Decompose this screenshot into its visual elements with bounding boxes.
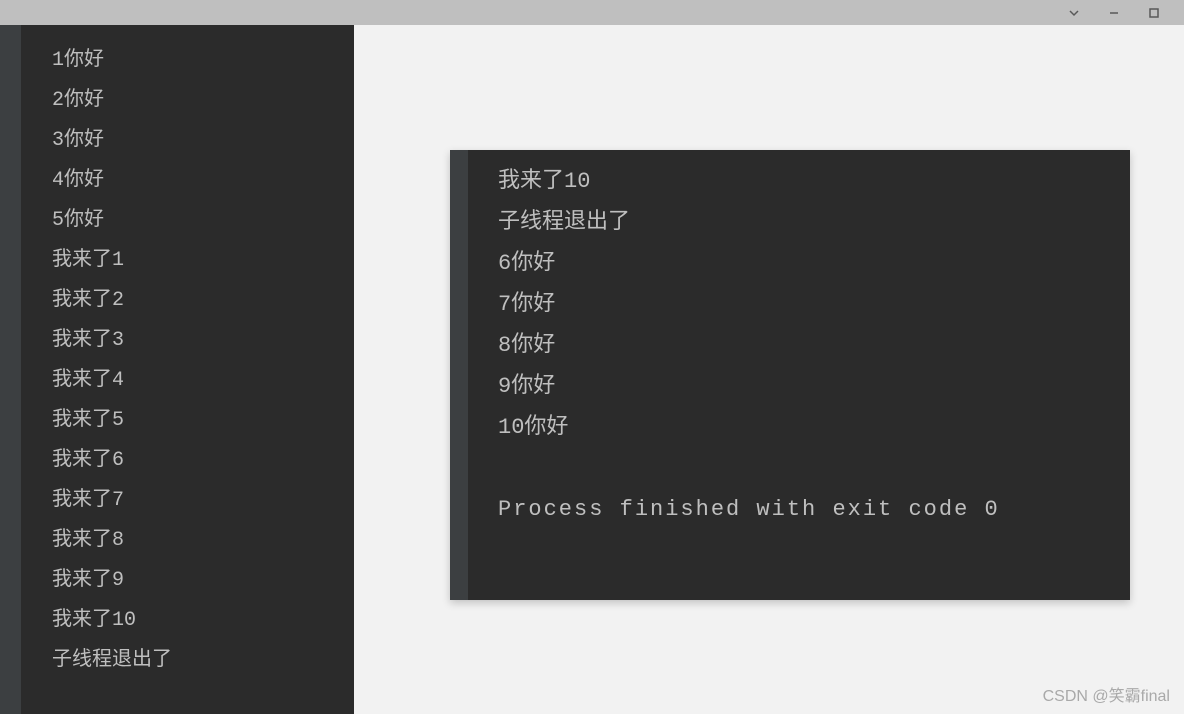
- console-path-header: D:\Program Files (x8...: [52, 25, 354, 27]
- console-line: 我来了2: [52, 281, 354, 321]
- console-line: 8你好: [498, 325, 1130, 366]
- console-line: 2你好: [52, 81, 354, 121]
- console-line: 7你好: [498, 284, 1130, 325]
- right-console-output[interactable]: 我来了9 我来了10 子线程退出了 6你好 7你好 8你好 9你好 10你好 P…: [450, 150, 1130, 600]
- console-line: 我来了4: [52, 361, 354, 401]
- window-titlebar: [0, 0, 1184, 25]
- console-line: 子线程退出了: [498, 202, 1130, 243]
- process-exit-line: Process finished with exit code 0: [498, 489, 1130, 530]
- console-line: 6你好: [498, 243, 1130, 284]
- maximize-icon[interactable]: [1134, 0, 1174, 25]
- console-line: 我来了1: [52, 241, 354, 281]
- console-line: 我来了6: [52, 441, 354, 481]
- console-line: 我来了7: [52, 481, 354, 521]
- console-line: 我来了10: [52, 601, 354, 641]
- console-line: 我来了9: [498, 150, 1130, 161]
- console-line: 4你好: [52, 161, 354, 201]
- chevron-down-icon[interactable]: [1054, 0, 1094, 25]
- blank-line: [498, 448, 1130, 489]
- console-line: 3你好: [52, 121, 354, 161]
- watermark-text: CSDN @笑霸final: [1043, 682, 1170, 706]
- console-line: 5你好: [52, 201, 354, 241]
- console-line: 子线程退出了: [52, 641, 354, 681]
- console-line: 我来了3: [52, 321, 354, 361]
- console-line: 1你好: [52, 41, 354, 81]
- console-line: 我来了9: [52, 561, 354, 601]
- console-line: 我来了10: [498, 161, 1130, 202]
- minimize-icon[interactable]: [1094, 0, 1134, 25]
- left-gutter: [0, 25, 22, 714]
- console-line: 我来了8: [52, 521, 354, 561]
- console-line: 我来了5: [52, 401, 354, 441]
- console-line: 9你好: [498, 366, 1130, 407]
- left-console-output[interactable]: D:\Program Files (x8... 1你好 2你好 3你好 4你好 …: [22, 25, 354, 714]
- console-line: 10你好: [498, 407, 1130, 448]
